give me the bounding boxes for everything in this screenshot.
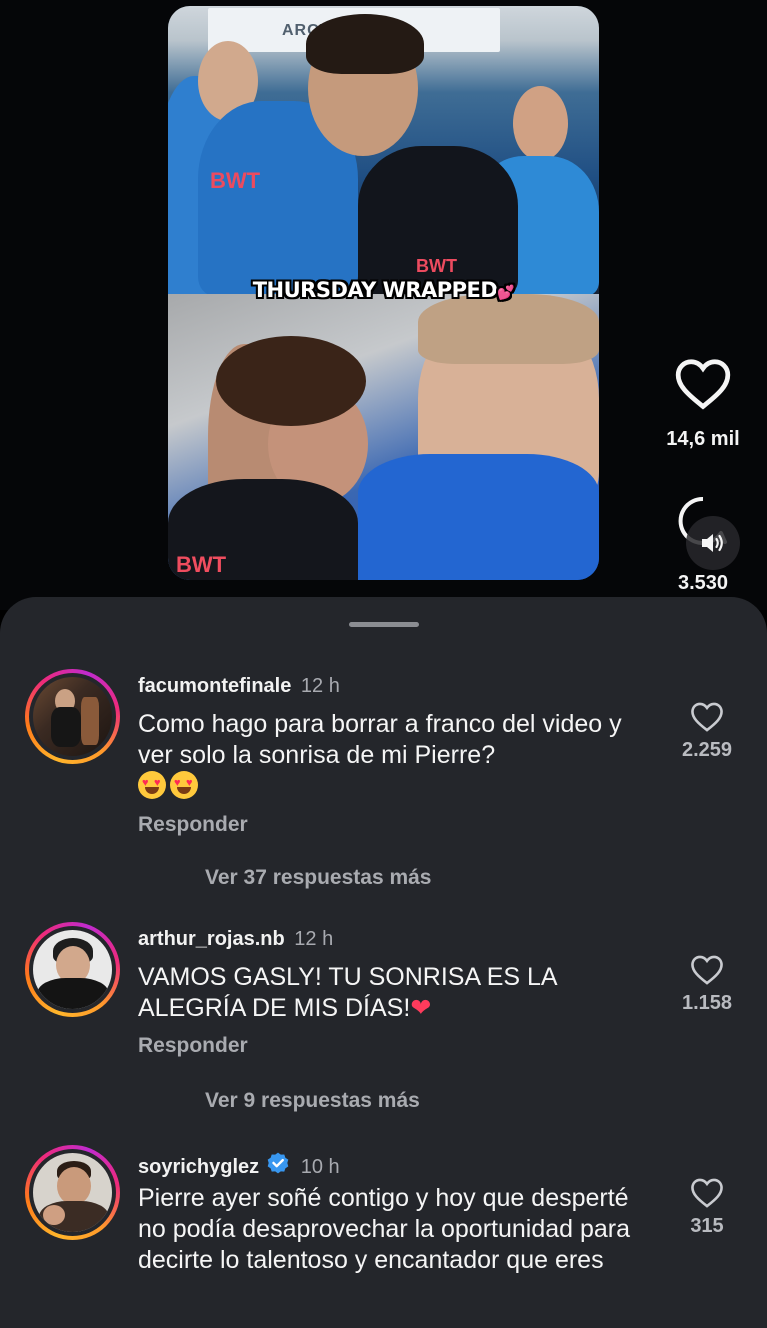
comment-time: 10 h [300, 1156, 340, 1178]
comment-username[interactable]: soyrichyglez [138, 1156, 259, 1178]
reel-like-button[interactable]: 14,6 mil [660, 358, 746, 451]
video-frame-top: ARCTIC WOLF BWT BWT [168, 6, 599, 296]
video-caption-overlay: THURSDAY WRAPPED💕 [168, 278, 599, 302]
reel-comment-count: 3.530 [677, 572, 729, 594]
comment-body: VAMOS GASLY! TU SONRISA ES LA ALEGRÍA DE… [138, 963, 557, 1022]
comment-text: Como hago para borrar a franco del video… [138, 709, 648, 802]
reel-video[interactable]: ARCTIC WOLF BWT BWT BWT THURSDAY WRAPPED… [168, 6, 599, 580]
comment-body: Pierre ayer soñé contigo y hoy que despe… [138, 1184, 631, 1274]
avatar-image [33, 677, 112, 756]
comment-like-count: 315 [690, 1215, 724, 1237]
sponsor-logo-text: BWT [416, 256, 457, 276]
comments-sheet[interactable]: facumontefinale 12 h Como hago para borr… [0, 597, 767, 1328]
heart-eyes-emoji: ♥ ♥ [170, 771, 198, 799]
comment-header: soyrichyglez 10 h [138, 1151, 340, 1183]
heart-icon [691, 955, 723, 985]
reply-button[interactable]: Responder [138, 813, 248, 837]
avatar[interactable] [25, 669, 120, 764]
comment-header: facumontefinale 12 h [138, 675, 340, 698]
driver-hair [306, 14, 424, 74]
verified-icon [265, 1151, 291, 1183]
avatar-image [33, 1153, 112, 1232]
heart-icon [691, 1178, 723, 1208]
reply-button[interactable]: Responder [138, 1034, 248, 1058]
comment-like-button[interactable]: 1.158 [666, 954, 748, 1015]
team-member-figure [358, 454, 599, 580]
mute-toggle-button[interactable] [686, 516, 740, 570]
view-more-replies-button[interactable]: Ver 37 respuestas más [205, 866, 432, 890]
comment-like-button[interactable]: 315 [666, 1177, 748, 1238]
comment-time: 12 h [300, 675, 340, 697]
comment-like-count: 1.158 [681, 992, 733, 1014]
avatar[interactable] [25, 1145, 120, 1240]
heart-eyes-emoji: ♥ ♥ [138, 771, 166, 799]
red-heart-emoji: ❤ [410, 994, 432, 1022]
comment-text: VAMOS GASLY! TU SONRISA ES LA ALEGRÍA DE… [138, 962, 648, 1024]
reel-like-count: 14,6 mil [666, 428, 740, 450]
avatar-image [33, 930, 112, 1009]
comment-like-button[interactable]: 2.259 [666, 701, 748, 762]
sponsor-logo-text: BWT [176, 552, 227, 577]
volume-icon [702, 534, 723, 552]
avatar[interactable] [25, 922, 120, 1017]
reel-video-area[interactable]: ARCTIC WOLF BWT BWT BWT THURSDAY WRAPPED… [0, 0, 767, 610]
driver-hair [216, 336, 366, 426]
comment-like-count: 2.259 [681, 739, 733, 761]
heart-icon [675, 359, 731, 410]
team-member-head [513, 86, 568, 161]
team-member-hair [418, 294, 599, 364]
video-frame-bottom: BWT [168, 294, 599, 580]
sheet-drag-handle[interactable] [349, 622, 419, 627]
comment-body: Como hago para borrar a franco del video… [138, 710, 622, 769]
sponsor-logo-text: BWT [210, 168, 261, 193]
heart-icon [691, 702, 723, 732]
comment-username[interactable]: facumontefinale [138, 675, 291, 697]
video-caption-text: THURSDAY WRAPPED [252, 278, 498, 302]
comment-username[interactable]: arthur_rojas.nb [138, 928, 285, 950]
comment-time: 12 h [294, 928, 334, 950]
comment-text: Pierre ayer soñé contigo y hoy que despe… [138, 1183, 648, 1276]
view-more-replies-button[interactable]: Ver 9 respuestas más [205, 1089, 420, 1113]
comment-header: arthur_rojas.nb 12 h [138, 928, 333, 951]
pink-hearts-icon: 💕 [497, 285, 515, 301]
